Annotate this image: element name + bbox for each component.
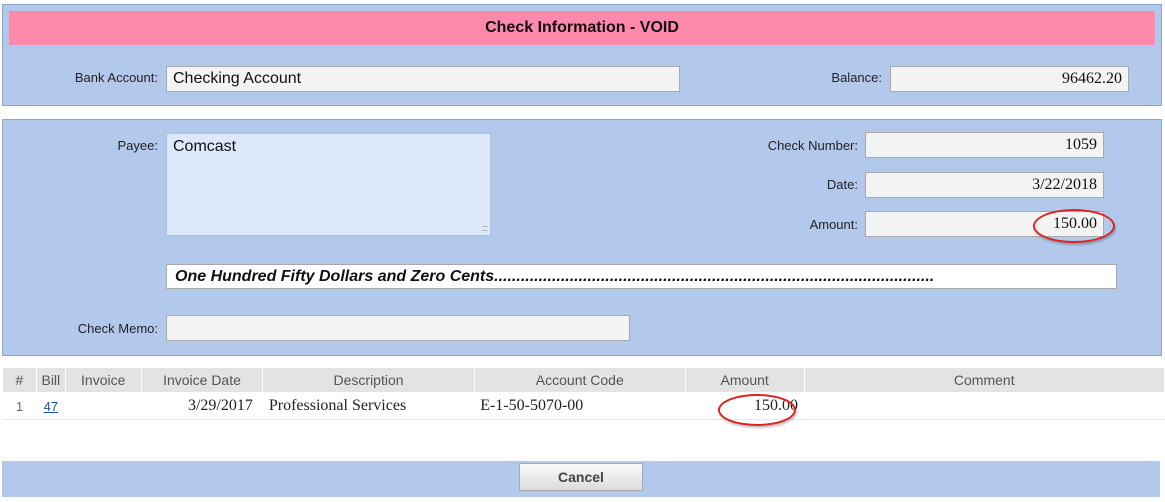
comment-cell <box>804 392 1165 420</box>
amount-highlight-circle <box>1033 209 1115 243</box>
account-code-cell: E-1-50-5070-00 <box>474 392 686 420</box>
table-row: 1 47 3/29/2017 Professional Services E-1… <box>2 392 1165 420</box>
payee-value: Comcast <box>173 138 237 155</box>
cancel-button[interactable]: Cancel <box>519 463 643 491</box>
resize-grip-icon[interactable]: .::: <box>481 223 488 233</box>
col-header-bill: Bill <box>35 367 66 393</box>
payee-textarea[interactable]: Comcast .::: <box>166 133 491 236</box>
col-header-num: # <box>2 367 37 393</box>
invoice-date-cell: 3/29/2017 <box>141 392 263 420</box>
bill-link[interactable]: 47 <box>44 399 58 414</box>
bank-account-label: Bank Account: <box>74 70 158 85</box>
table-header-row: # Bill Invoice Invoice Date Description … <box>2 367 1165 393</box>
amount-label: Amount: <box>809 217 858 232</box>
balance-field[interactable]: 96462.20 <box>890 66 1129 92</box>
bank-account-field[interactable]: Checking Account <box>166 66 680 92</box>
check-memo-label: Check Memo: <box>77 321 158 336</box>
check-memo-field[interactable] <box>166 315 630 341</box>
col-header-amount: Amount <box>684 367 805 393</box>
col-header-account-code: Account Code <box>473 367 686 393</box>
invoice-cell <box>65 392 142 420</box>
page-title: Check Information - VOID <box>9 11 1155 45</box>
col-header-invoice-date: Invoice Date <box>140 367 264 393</box>
table-amount-highlight-circle <box>718 394 796 426</box>
line-items-table: # Bill Invoice Invoice Date Description … <box>2 367 1165 420</box>
col-header-invoice: Invoice <box>64 367 142 393</box>
col-header-description: Description <box>262 367 475 393</box>
check-number-label: Check Number: <box>767 138 858 153</box>
payee-label: Payee: <box>117 138 158 153</box>
col-header-comment: Comment <box>803 367 1165 393</box>
description-cell: Professional Services <box>262 392 475 420</box>
check-number-field[interactable]: 1059 <box>865 132 1104 158</box>
bill-cell: 47 <box>36 392 66 420</box>
amount-in-words: One Hundred Fifty Dollars and Zero Cents… <box>166 264 1117 289</box>
date-label: Date: <box>826 177 858 192</box>
date-field[interactable]: 3/22/2018 <box>865 172 1104 198</box>
row-number: 1 <box>2 392 37 420</box>
balance-label: Balance: <box>831 70 882 85</box>
